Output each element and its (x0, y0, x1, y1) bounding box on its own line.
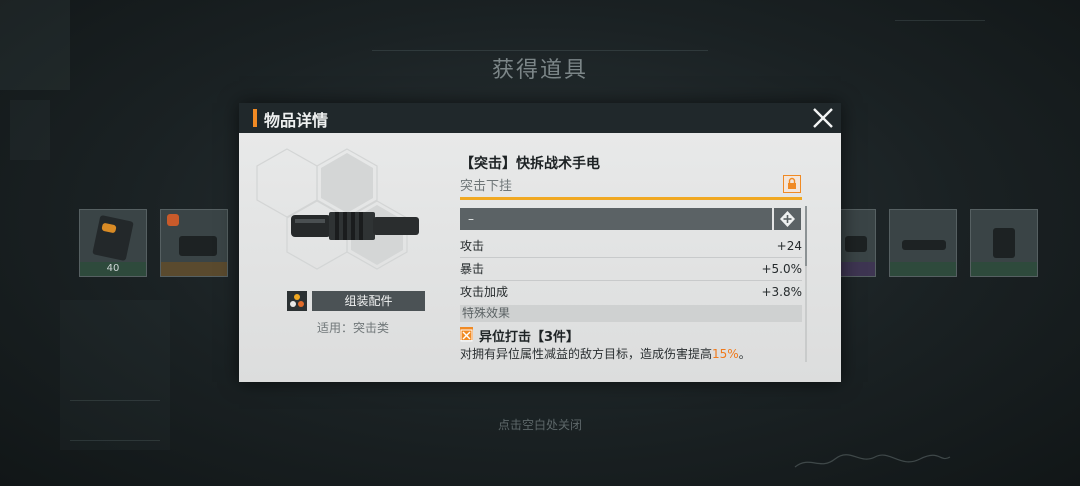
item-shape (993, 228, 1015, 258)
plus-icon (780, 211, 795, 227)
item-shape (179, 236, 217, 256)
rarity-bar (890, 262, 956, 276)
dialog-header: 物品详情 (239, 103, 841, 133)
applicable-type: 适用：突击类 (317, 321, 390, 335)
effect-description: 对拥有异位属性减益的敌方目标，造成伤害提高15%。 (460, 345, 751, 362)
signature-deco (794, 454, 951, 468)
close-icon (813, 108, 833, 128)
add-slot-button[interactable] (774, 208, 801, 230)
bg-deco-line (70, 440, 160, 441)
flashlight-icon (291, 212, 419, 240)
reward-item[interactable] (160, 209, 228, 277)
item-name: 【突击】快拆战术手电 (460, 156, 600, 172)
dialog-title: 物品详情 (264, 111, 329, 130)
stat-value: +5.0% (761, 262, 802, 276)
special-effect-header: 特殊效果 (460, 305, 802, 322)
effect-desc-suffix: 。 (738, 347, 751, 361)
stat-name: 暴击 (460, 262, 485, 276)
item-shape (902, 240, 946, 250)
effect-desc-value: 15% (712, 347, 739, 361)
item-shape (845, 236, 867, 252)
reward-item[interactable] (889, 209, 957, 277)
stat-value: +24 (776, 239, 802, 253)
lock-button[interactable] (783, 175, 801, 193)
stat-value: +3.8% (761, 285, 802, 299)
rarity-line (460, 197, 802, 200)
screen-title: 获得道具 (491, 58, 588, 83)
rarity-bar (971, 262, 1037, 276)
effect-desc-prefix: 对拥有异位属性减益的敌方目标，造成伤害提高 (460, 347, 713, 361)
bg-deco-line (895, 20, 985, 21)
reward-item[interactable]: 40 (79, 209, 147, 277)
stat-row: 攻击 +24 (460, 235, 802, 258)
item-category: 突击下挂 (460, 179, 513, 194)
rarity-bar (161, 262, 227, 276)
sub-slot-bar: – (460, 208, 772, 230)
header-accent (253, 109, 257, 127)
stat-name: 攻击加成 (460, 285, 509, 299)
assemble-parts-button[interactable]: 组装配件 (312, 291, 425, 311)
title-line (372, 50, 708, 51)
stat-row: 暴击 +5.0% (460, 258, 802, 281)
dialog-body: 组装配件 适用：突击类 【突击】快拆战术手电 突击下挂 – 攻击 +24 暴击 … (239, 133, 841, 382)
effect-title: 异位打击【3件】 (479, 330, 580, 345)
stat-row: 攻击加成 +3.8% (460, 281, 802, 304)
item-badge-icon (167, 214, 179, 226)
stat-name: 攻击 (460, 239, 485, 253)
bg-noise (10, 100, 50, 160)
bg-deco-line (70, 400, 160, 401)
effect-icon (460, 327, 473, 342)
scrollbar-thumb[interactable] (805, 206, 807, 266)
item-detail-dialog: 物品详情 组装配件 适用：突击类 【突击】快拆战术手电 突击下挂 – 攻击 +2… (239, 103, 841, 382)
item-shape (92, 214, 134, 262)
item-count: 40 (106, 263, 120, 274)
close-button[interactable] (809, 104, 837, 132)
reward-item[interactable] (970, 209, 1038, 277)
close-hint[interactable]: 点击空白处关闭 (0, 416, 1080, 433)
lock-icon (788, 177, 796, 189)
assemble-icon (287, 291, 307, 311)
